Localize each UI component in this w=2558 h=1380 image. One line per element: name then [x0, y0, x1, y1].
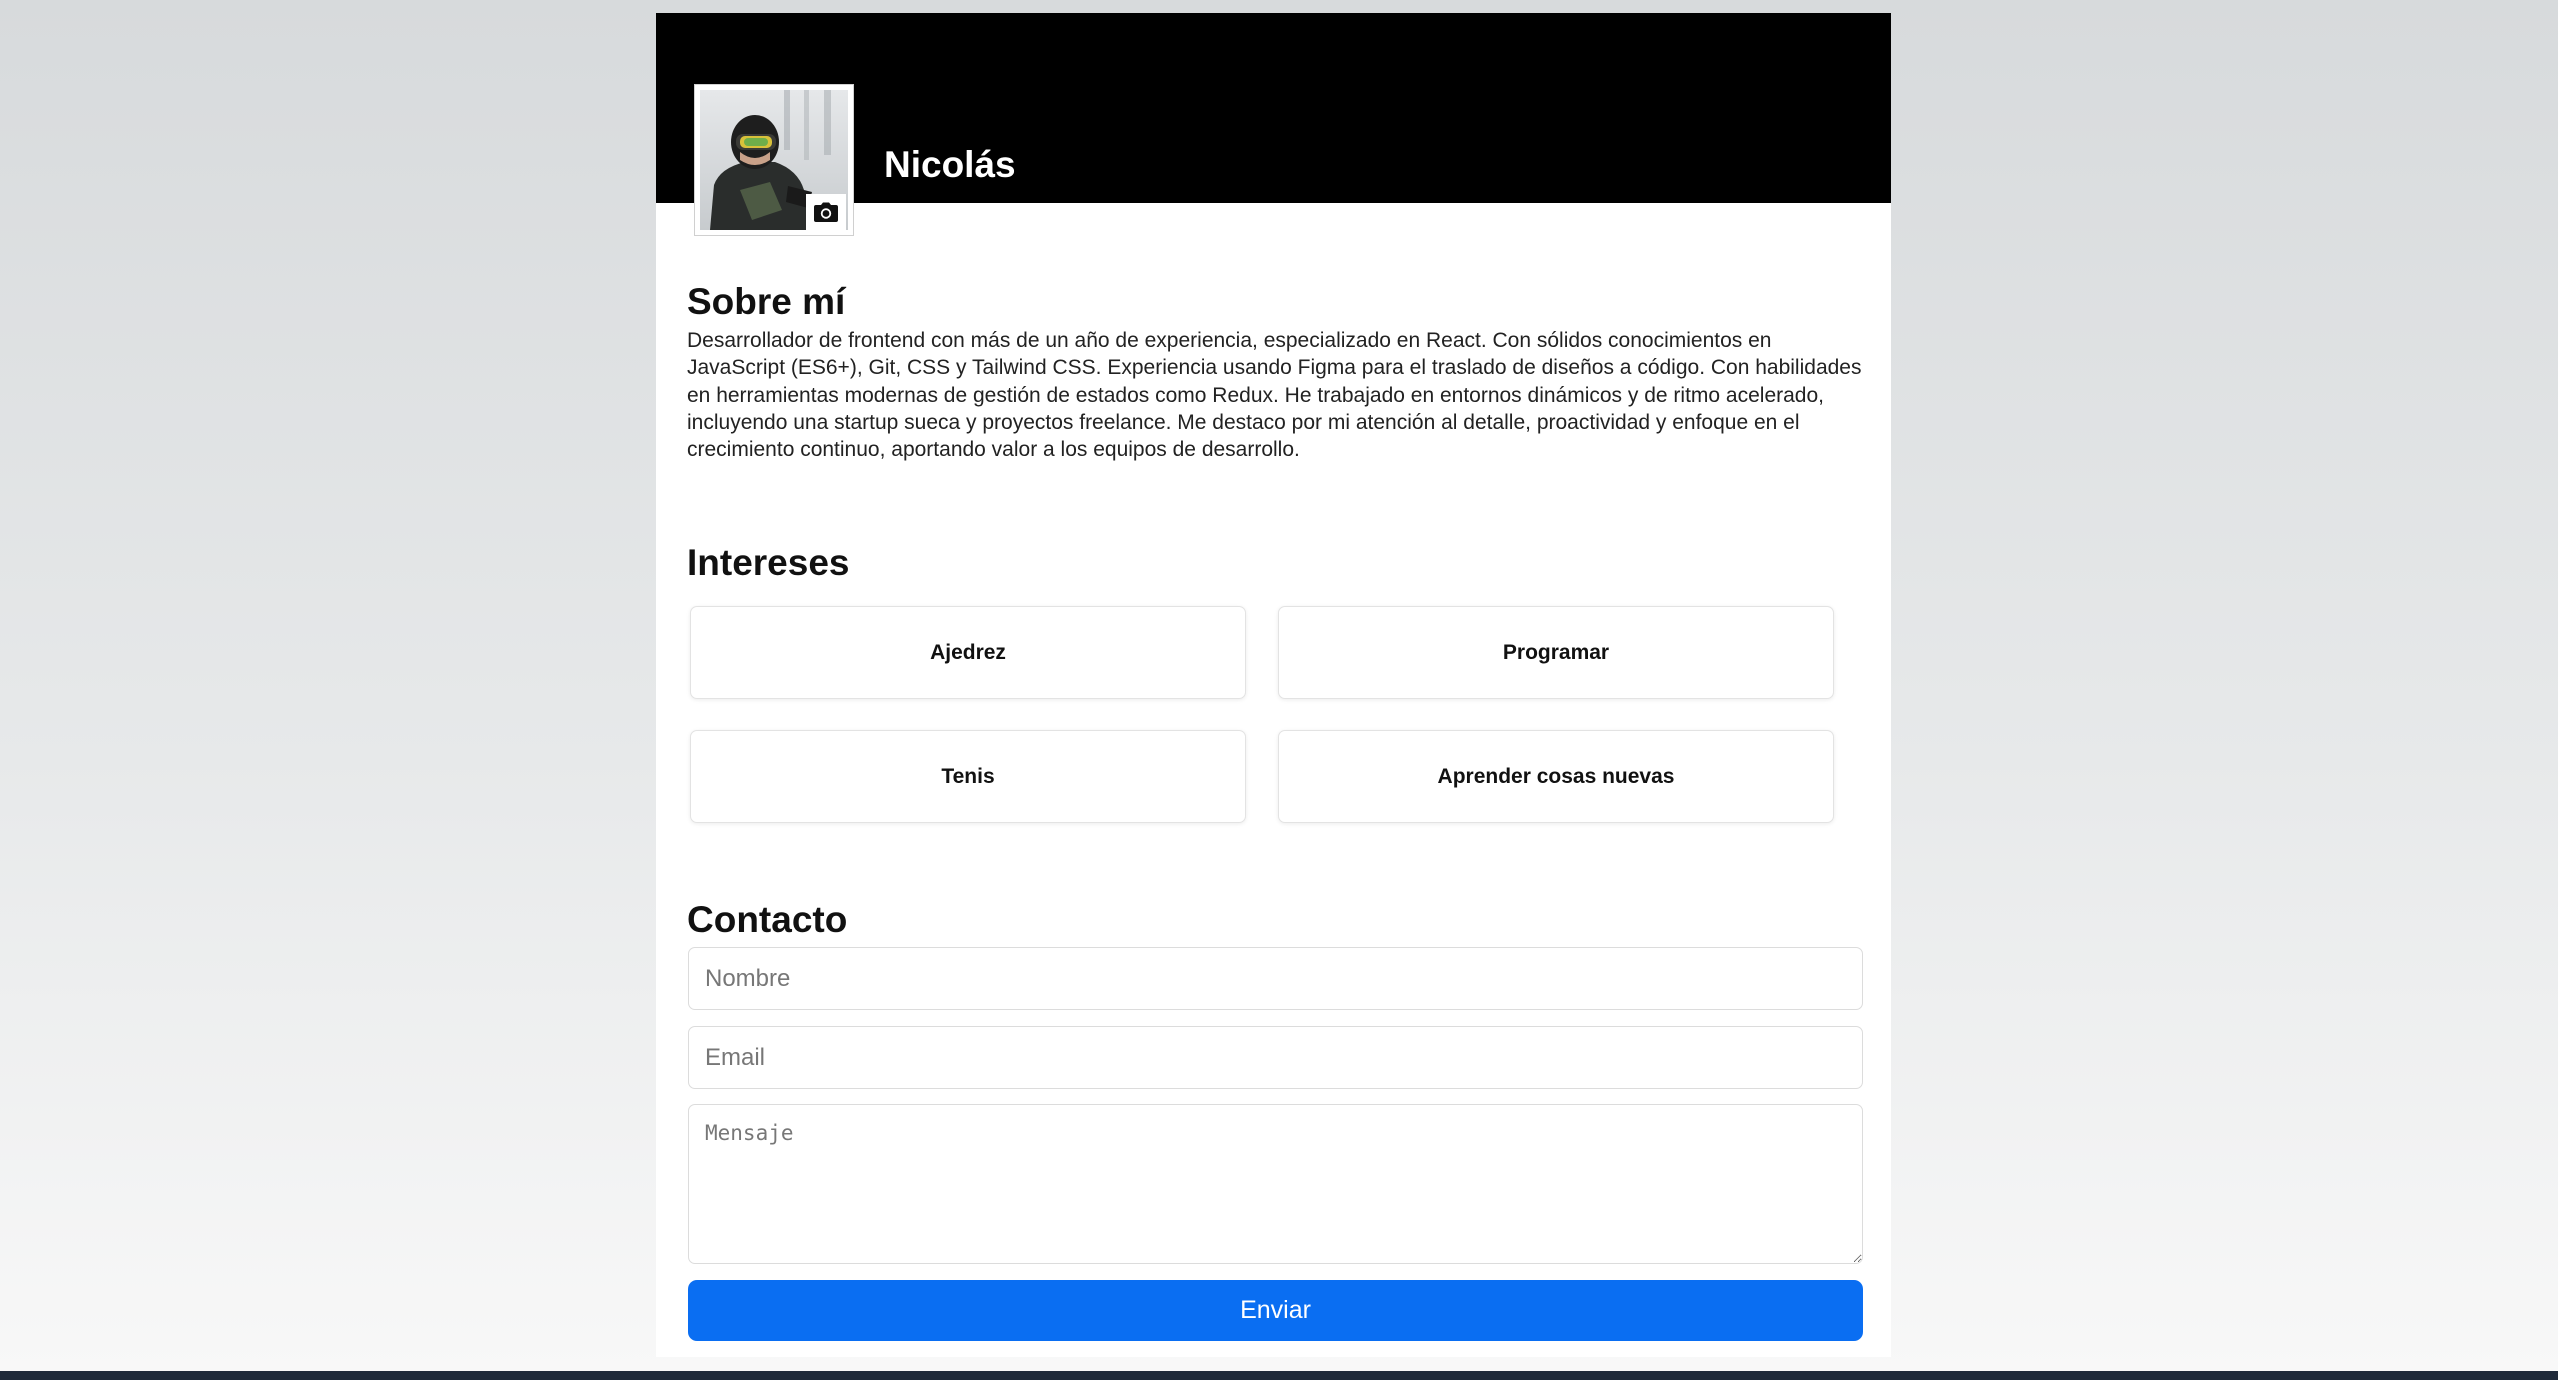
taskbar-edge [0, 1371, 2558, 1380]
profile-card: Nicolás Sobre mí Desarrollador de fronte… [656, 13, 1891, 1357]
change-photo-button[interactable] [806, 194, 846, 230]
email-input[interactable] [688, 1026, 1863, 1089]
submit-button[interactable]: Enviar [688, 1280, 1863, 1341]
camera-icon [814, 202, 838, 222]
interest-card-programar: Programar [1278, 606, 1834, 699]
about-title: Sobre mí [687, 281, 846, 322]
interests-title: Intereses [687, 542, 850, 583]
interest-card-tenis: Tenis [690, 730, 1246, 823]
interest-card-aprender: Aprender cosas nuevas [1278, 730, 1834, 823]
profile-name: Nicolás [884, 144, 1016, 185]
about-text: Desarrollador de frontend con más de un … [687, 329, 1862, 462]
contact-title: Contacto [687, 899, 848, 940]
message-textarea[interactable] [688, 1104, 1863, 1264]
interest-card-ajedrez: Ajedrez [690, 606, 1246, 699]
name-input[interactable] [688, 947, 1863, 1010]
